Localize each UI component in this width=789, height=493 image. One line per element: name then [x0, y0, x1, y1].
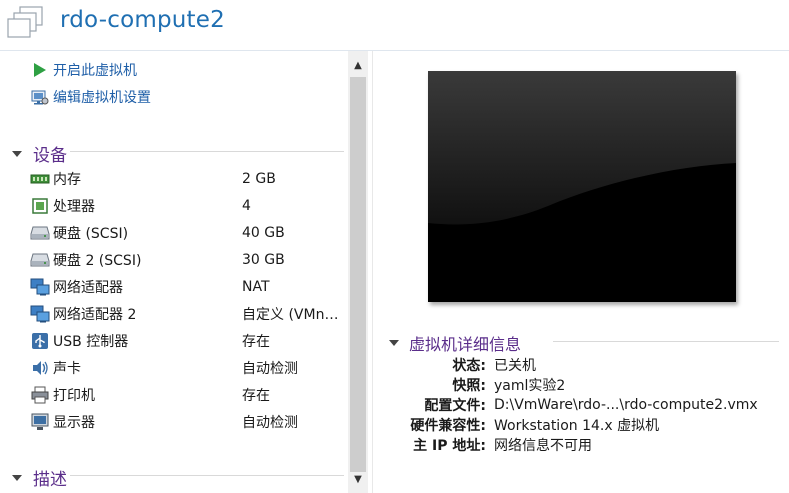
- network-adapter-icon: [30, 305, 50, 323]
- device-row-hard-disk-2[interactable]: 硬盘 2 (SCSI) 30 GB: [30, 246, 346, 273]
- hard-disk-icon: [30, 251, 50, 269]
- section-divider: [70, 475, 344, 476]
- device-row-network-adapter-2[interactable]: 网络适配器 2 自定义 (VMn…: [30, 300, 346, 327]
- processor-icon: [30, 197, 50, 215]
- device-value: 存在: [242, 333, 270, 350]
- device-row-sound-card[interactable]: 声卡 自动检测: [30, 354, 346, 381]
- left-pane: 开启此虚拟机 编辑虚拟机设置 设备 内存 2 GB 处理器 4 硬盘 (SCSI…: [0, 51, 373, 493]
- detail-label: 硬件兼容性:: [410, 418, 486, 434]
- device-value: 40 GB: [242, 224, 285, 241]
- vm-screen-thumbnail[interactable]: [428, 71, 736, 302]
- display-icon: [30, 413, 50, 431]
- scroll-up-arrow-icon[interactable]: ▲: [348, 55, 368, 75]
- device-value: 2 GB: [242, 170, 276, 187]
- collapse-triangle-icon: [389, 340, 399, 346]
- scroll-thumb[interactable]: [350, 77, 366, 472]
- devices-section-header[interactable]: 设备: [12, 141, 67, 166]
- power-on-vm-label: 开启此虚拟机: [53, 63, 137, 79]
- devices-section-title: 设备: [33, 146, 67, 166]
- edit-vm-settings-label: 编辑虚拟机设置: [53, 90, 151, 106]
- detail-value: yaml实验2: [494, 378, 566, 394]
- vm-header: rdo-compute2: [0, 0, 789, 51]
- right-pane: 虚拟机详细信息 状态: 已关机 快照: yaml实验2 配置文件: D:\VmW…: [373, 51, 789, 493]
- vm-title: rdo-compute2: [60, 7, 225, 33]
- network-adapter-icon: [30, 278, 50, 296]
- device-value: 存在: [242, 387, 270, 404]
- device-value: 4: [242, 197, 251, 214]
- hard-disk-icon: [30, 224, 50, 242]
- section-divider: [70, 151, 344, 152]
- sound-icon: [30, 359, 50, 377]
- detail-label: 快照:: [452, 378, 486, 394]
- printer-icon: [30, 386, 50, 404]
- device-row-processor[interactable]: 处理器 4: [30, 192, 346, 219]
- edit-settings-icon: [31, 88, 49, 106]
- device-row-printer[interactable]: 打印机 存在: [30, 381, 346, 408]
- device-name: 打印机: [53, 387, 95, 404]
- play-icon: [31, 61, 49, 79]
- detail-label: 状态:: [452, 358, 486, 374]
- memory-icon: [30, 170, 50, 188]
- scroll-down-arrow-icon[interactable]: ▼: [348, 469, 368, 489]
- device-value: 自动检测: [242, 360, 298, 377]
- detail-value: 网络信息不可用: [494, 438, 592, 454]
- device-row-hard-disk[interactable]: 硬盘 (SCSI) 40 GB: [30, 219, 346, 246]
- vm-details-title: 虚拟机详细信息: [409, 335, 522, 354]
- detail-row-config-file: 配置文件: D:\VmWare\rdo-...\rdo-compute2.vmx: [379, 395, 758, 415]
- collapse-triangle-icon: [12, 150, 22, 157]
- section-divider: [553, 341, 779, 342]
- device-row-network-adapter[interactable]: 网络适配器 NAT: [30, 273, 346, 300]
- device-name: 内存: [53, 171, 81, 188]
- collapse-triangle-icon: [12, 474, 22, 481]
- device-name: 硬盘 (SCSI): [53, 225, 129, 242]
- edit-vm-settings-link[interactable]: 编辑虚拟机设置: [31, 86, 151, 108]
- detail-row-status: 状态: 已关机: [379, 355, 536, 375]
- vm-details-header[interactable]: 虚拟机详细信息: [389, 331, 521, 355]
- device-name: 硬盘 2 (SCSI): [53, 252, 142, 269]
- device-row-display[interactable]: 显示器 自动检测: [30, 408, 346, 435]
- device-name: 处理器: [53, 198, 95, 215]
- device-row-usb-controller[interactable]: USB 控制器 存在: [30, 327, 346, 354]
- detail-label: 主 IP 地址:: [413, 438, 486, 454]
- detail-row-ip-address: 主 IP 地址: 网络信息不可用: [379, 435, 592, 455]
- virtual-machine-icon: [6, 5, 44, 41]
- device-value: 自定义 (VMn…: [242, 306, 339, 323]
- device-value: 自动检测: [242, 414, 298, 431]
- device-value: 30 GB: [242, 251, 285, 268]
- device-name: 网络适配器 2: [53, 306, 137, 323]
- device-name: USB 控制器: [53, 333, 129, 350]
- left-pane-scrollbar[interactable]: ▲ ▼: [348, 51, 368, 493]
- power-on-vm-link[interactable]: 开启此虚拟机: [31, 59, 137, 81]
- detail-row-snapshot: 快照: yaml实验2: [379, 375, 565, 395]
- device-row-memory[interactable]: 内存 2 GB: [30, 165, 346, 192]
- detail-value: D:\VmWare\rdo-...\rdo-compute2.vmx: [494, 397, 758, 413]
- device-name: 显示器: [53, 414, 95, 431]
- detail-value: Workstation 14.x 虚拟机: [494, 418, 660, 434]
- usb-icon: [30, 332, 50, 350]
- device-name: 声卡: [53, 360, 81, 377]
- device-value: NAT: [242, 278, 270, 295]
- detail-row-hardware-compatibility: 硬件兼容性: Workstation 14.x 虚拟机: [379, 415, 659, 435]
- device-name: 网络适配器: [53, 279, 123, 296]
- detail-value: 已关机: [494, 358, 536, 374]
- description-section-title: 描述: [33, 470, 67, 490]
- detail-label: 配置文件:: [424, 398, 486, 414]
- description-section-header[interactable]: 描述: [12, 465, 67, 490]
